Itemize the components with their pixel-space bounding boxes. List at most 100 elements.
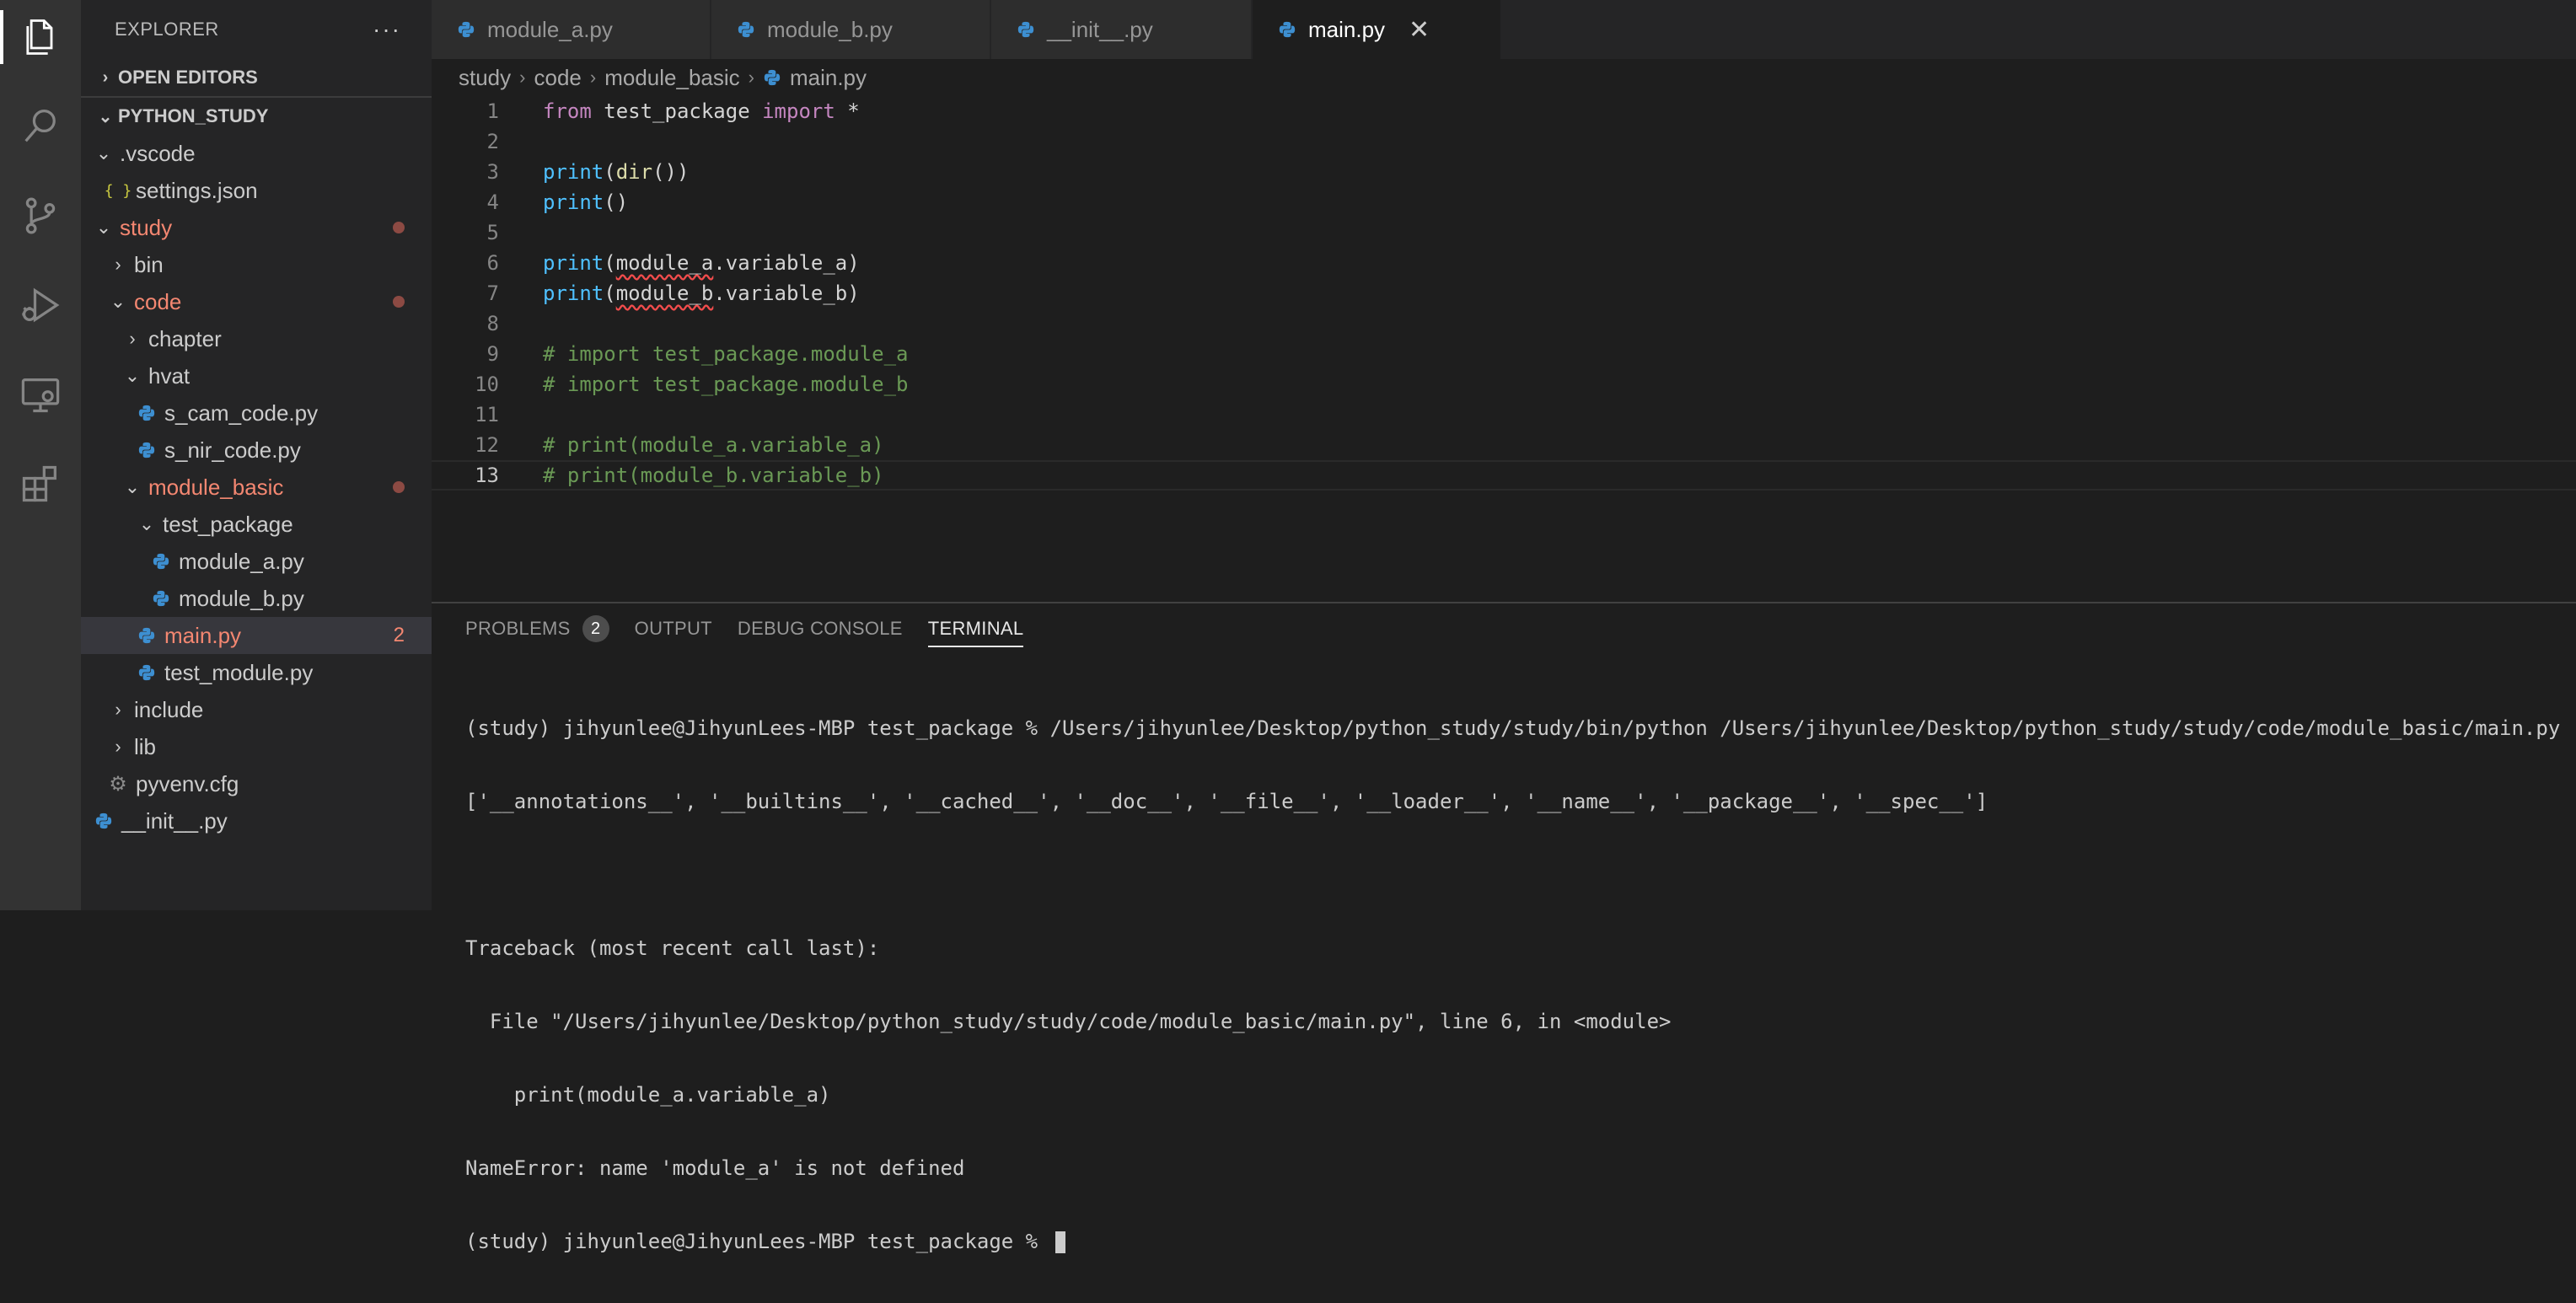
python-file-icon [136,626,158,645]
tab-output[interactable]: OUTPUT [635,603,712,654]
remote-explorer-icon[interactable] [13,367,67,421]
tree-item-label: bin [134,251,164,277]
extensions-icon[interactable] [13,457,67,511]
code-line: 9 # import test_package.module_a [432,339,2576,369]
tree-item[interactable]: main.py 2 [81,617,432,654]
bottom-panel: PROBLEMS 2 OUTPUT DEBUG CONSOLE TERMINAL… [432,602,2576,1253]
line-number: 8 [486,312,499,335]
function-name: print [543,251,604,275]
tab-problems[interactable]: PROBLEMS 2 [465,603,609,654]
breadcrumb-study[interactable]: study [459,65,511,91]
run-debug-icon[interactable] [13,278,67,332]
tree-item[interactable]: ⌄ .vscode [81,135,432,172]
tree-item-label: pyvenv.cfg [136,770,239,796]
code-text: print(module_b.variable_b) [543,282,860,305]
tab-label: __init__.py [1047,16,1153,42]
code-line: 8 [432,308,2576,339]
python-file-icon [136,663,158,682]
tree-item-label: main.py [164,622,242,648]
code-text: print(module_a.variable_a) [543,251,860,275]
tab-module-a[interactable]: module_a.py [432,0,711,59]
punctuation: () [604,190,629,214]
problem-count: 2 [393,624,405,646]
tree-item[interactable]: test_module.py [81,654,432,691]
terminal-line: print(module_a.variable_a) [465,1083,831,1107]
terminal-cursor [1055,1231,1065,1253]
breadcrumb-main[interactable]: main.py [763,65,867,91]
code-line: 4 print() [432,187,2576,217]
code-line: 10 # import test_package.module_b [432,369,2576,399]
more-actions-icon[interactable]: ··· [373,16,401,43]
keyword: from [543,99,592,123]
tree-item[interactable]: ⌄ hvat [81,357,432,394]
tree-item-label: s_nir_code.py [164,437,301,463]
error-squiggle[interactable]: module_b [616,282,714,305]
tree-item[interactable]: ⌄ test_package [81,506,432,543]
code-line: 1 from test_package import * [432,96,2576,126]
gear-icon: ⚙ [109,772,127,796]
tree-item[interactable]: module_a.py [81,543,432,580]
tab-label: main.py [1308,16,1386,42]
python-file-icon [93,812,115,830]
tree-item[interactable]: ⚙ pyvenv.cfg [81,765,432,802]
tree-item[interactable]: { } settings.json [81,172,432,209]
line-number: 13 [475,464,499,487]
python-file-icon [1278,20,1296,39]
tree-item[interactable]: › bin [81,246,432,283]
code-line: 6 print(module_a.variable_a) [432,248,2576,278]
explorer-title: EXPLORER [115,19,219,40]
python-file-icon [150,552,172,571]
open-editors-section[interactable]: › OPEN EDITORS [81,59,432,96]
breadcrumb-code[interactable]: code [534,65,581,91]
code-text: print() [543,190,628,214]
close-icon[interactable]: ✕ [1409,15,1430,45]
tree-item-label: s_cam_code.py [164,399,319,426]
open-editors-label: OPEN EDITORS [118,67,258,88]
chevron-down-icon: ⌄ [110,291,126,312]
tree-item[interactable]: ⌄ study [81,209,432,246]
tree-item[interactable]: module_b.py [81,580,432,617]
code-editor[interactable]: 1 from test_package import * 2 3 print(d… [432,96,2576,602]
editor-tabs: module_a.py module_b.py __init__.py main… [432,0,2576,59]
line-number: 5 [486,221,499,244]
chevron-down-icon: ⌄ [124,476,141,497]
punctuation: ( [604,160,616,184]
tree-item[interactable]: › include [81,691,432,728]
python-file-icon [763,68,781,87]
chevron-right-icon: › [115,699,121,720]
tab-module-b[interactable]: module_b.py [711,0,991,59]
punctuation: ( [604,282,616,305]
terminal-line: NameError: name 'module_a' is not define… [465,1156,965,1180]
tree-item-label: settings.json [136,177,258,203]
code-line: 3 print(dir()) [432,157,2576,187]
terminal-prompt-line[interactable]: (study) jihyunlee@JihyunLees-MBP test_pa… [465,1230,2564,1254]
function-name: print [543,190,604,214]
explorer-icon[interactable] [0,10,67,64]
tree-item[interactable]: ⌄ module_basic [81,469,432,506]
tree-item[interactable]: ⌄ code [81,283,432,320]
tree-item[interactable]: › lib [81,728,432,765]
tab-main[interactable]: main.py ✕ [1253,0,1502,59]
tab-init[interactable]: __init__.py [991,0,1253,59]
keyword: import [762,99,835,123]
project-label: PYTHON_STUDY [118,105,269,126]
terminal-output[interactable]: (study) jihyunlee@JihyunLees-MBP test_pa… [465,668,2564,1303]
python-file-icon [737,20,755,39]
tree-item[interactable]: __init__.py [81,802,432,839]
search-icon[interactable] [13,99,67,153]
python-file-icon [1017,20,1035,39]
tree-item[interactable]: › chapter [81,320,432,357]
project-section[interactable]: ⌄ PYTHON_STUDY [81,98,432,135]
tree-item[interactable]: s_nir_code.py [81,432,432,469]
problems-count-badge: 2 [582,615,609,642]
breadcrumb-module-basic[interactable]: module_basic [604,65,739,91]
tab-debug-console[interactable]: DEBUG CONSOLE [738,603,903,654]
line-number: 10 [475,373,499,396]
tree-item-label: .vscode [120,140,196,166]
source-control-icon[interactable] [13,189,67,243]
tree-item[interactable]: s_cam_code.py [81,394,432,432]
tab-terminal[interactable]: TERMINAL [927,603,1024,654]
error-squiggle[interactable]: module_a [616,251,714,275]
explorer-header: EXPLORER ··· [81,0,432,59]
